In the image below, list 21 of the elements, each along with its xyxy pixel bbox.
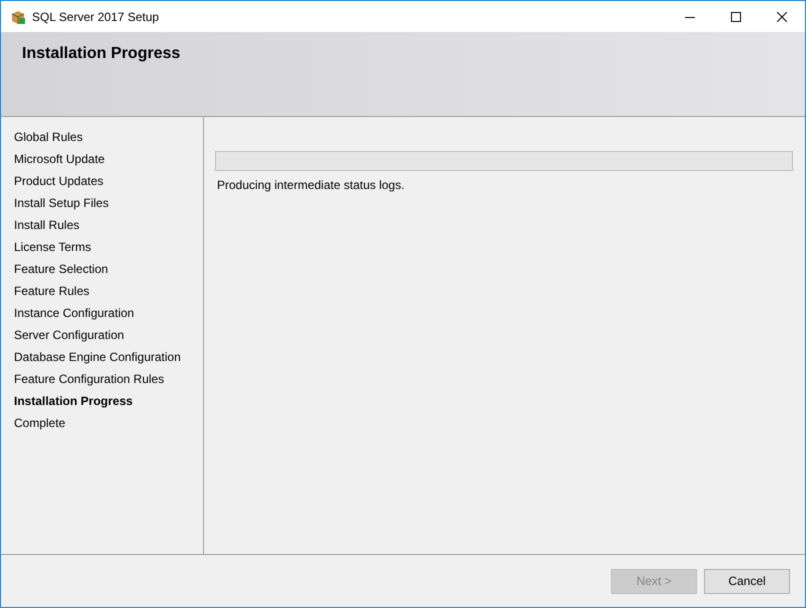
step-item: Feature Configuration Rules — [14, 371, 166, 388]
step-item: License Terms — [14, 239, 92, 256]
package-icon — [10, 8, 26, 24]
page-title: Installation Progress — [22, 45, 180, 62]
window-title: SQL Server 2017 Setup — [32, 10, 159, 24]
status-text: Producing intermediate status logs. — [217, 178, 406, 192]
step-item: Server Configuration — [14, 327, 126, 344]
close-icon[interactable] — [777, 12, 787, 22]
step-item: Database Engine Configuration — [14, 349, 182, 366]
step-item: Feature Selection — [14, 261, 110, 278]
step-item: Instance Configuration — [14, 305, 136, 322]
step-item: Installation Progress — [14, 393, 134, 410]
step-item: Feature Rules — [14, 283, 90, 300]
maximize-icon[interactable] — [731, 12, 741, 22]
step-item: Install Rules — [14, 217, 80, 234]
step-item: Install Setup Files — [14, 195, 110, 212]
dialog-button[interactable]: Cancel — [704, 568, 790, 594]
step-item: Microsoft Update — [14, 151, 106, 168]
step-item: Product Updates — [14, 173, 104, 190]
step-item: Global Rules — [14, 129, 84, 146]
step-item: Complete — [14, 415, 66, 432]
